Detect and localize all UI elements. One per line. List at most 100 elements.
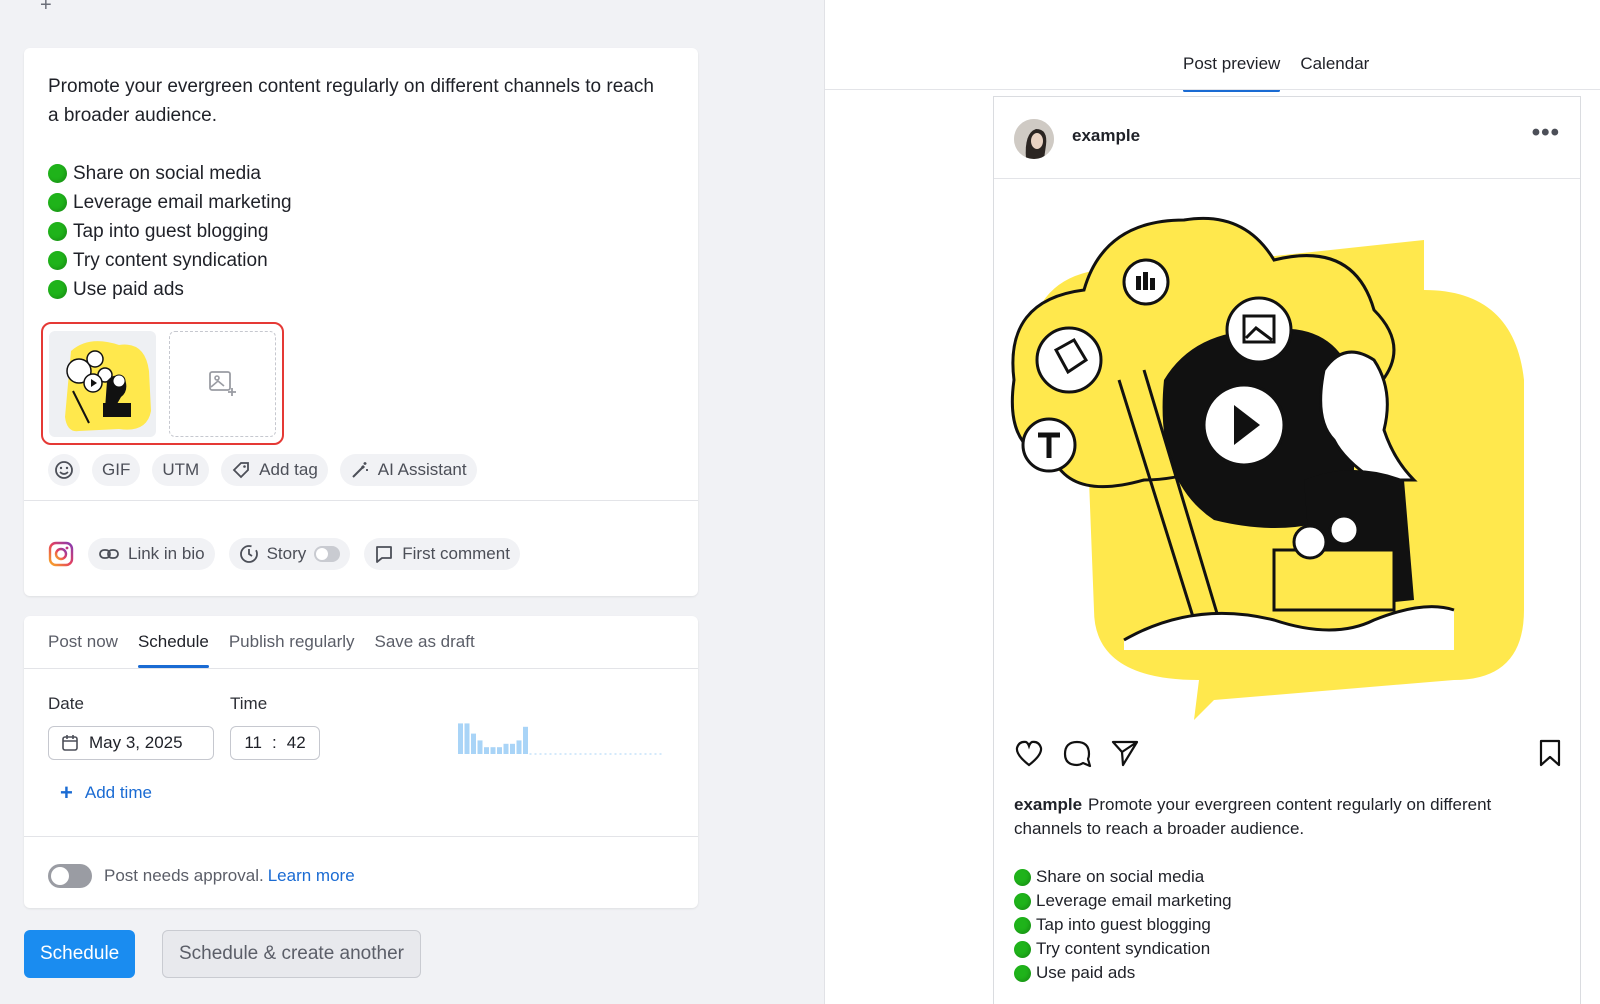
bullet-text: Leverage email marketing <box>73 192 292 213</box>
emoji-icon <box>55 461 73 479</box>
schedule-button[interactable]: Schedule <box>24 930 136 978</box>
tab-calendar[interactable]: Calendar <box>1300 42 1369 90</box>
activity-bar <box>523 726 528 754</box>
avatar <box>1014 119 1054 159</box>
add-time-label: Add time <box>84 783 152 802</box>
media-highlight <box>41 322 284 445</box>
list-item: Leverage email marketing <box>1014 889 1554 913</box>
green-circle-icon <box>48 193 67 212</box>
bullet-text: Try content syndication <box>1036 939 1211 958</box>
magic-wand-icon <box>352 462 368 478</box>
time-picker[interactable]: 11 : 42 <box>230 726 320 760</box>
activity-bar <box>464 723 470 754</box>
date-label: Date <box>48 694 84 713</box>
list-item: Try content syndication <box>1014 937 1554 961</box>
story-toggle[interactable]: Story <box>228 538 351 570</box>
activity-bar <box>490 747 496 754</box>
green-circle-icon <box>1014 916 1031 934</box>
caption-username[interactable]: example <box>1014 795 1082 814</box>
instagram-post-preview: example ••• example Promote your evergre… <box>993 96 1581 1004</box>
gif-button[interactable]: GIF <box>92 454 141 486</box>
green-circle-icon <box>1014 868 1031 886</box>
username[interactable]: example <box>1072 126 1140 146</box>
time-separator: : <box>272 733 277 752</box>
green-circle-icon <box>48 251 67 270</box>
green-circle-icon <box>48 280 67 299</box>
list-item: Try content syndication <box>48 246 668 275</box>
bookmark-icon[interactable] <box>1538 739 1562 767</box>
gif-label: GIF <box>102 460 131 479</box>
post-intro: Promote your evergreen content regularly… <box>48 76 654 126</box>
calendar-icon <box>62 735 78 751</box>
link-in-bio-button[interactable]: Link in bio <box>88 538 215 570</box>
approval-row: Post needs approval. Learn more <box>48 864 355 888</box>
time-hours[interactable]: 11 <box>244 733 262 753</box>
green-circle-icon <box>48 222 67 241</box>
publish-tabs: Post now Schedule Publish regularly Save… <box>48 616 475 668</box>
link-icon <box>99 549 119 559</box>
instagram-options: Link in bio Story First comment <box>48 538 520 570</box>
bullet-text: Tap into guest blogging <box>73 221 269 242</box>
list-item: Use paid ads <box>48 275 668 304</box>
list-item: Tap into guest blogging <box>1014 913 1554 937</box>
tab-publish-regularly[interactable]: Publish regularly <box>229 616 355 668</box>
divider <box>24 836 698 837</box>
date-value: May 3, 2025 <box>89 733 183 752</box>
comment-icon[interactable] <box>1062 739 1092 769</box>
tag-icon <box>232 462 250 479</box>
bullet-text: Share on social media <box>73 163 261 184</box>
plus-icon[interactable]: + <box>40 0 52 17</box>
preview-tabs: Post preview Calendar <box>1183 42 1369 92</box>
add-tag-label: Add tag <box>259 460 318 479</box>
post-caption: example Promote your evergreen content re… <box>1014 793 1554 985</box>
tab-schedule[interactable]: Schedule <box>137 616 209 668</box>
time-label: Time <box>230 694 268 713</box>
bullet-text: Use paid ads <box>1036 963 1136 982</box>
post-image <box>1010 216 1524 720</box>
best-time-activity-chart <box>458 723 664 755</box>
bullet-text: Try content syndication <box>73 250 268 271</box>
plus-icon: + <box>60 780 73 805</box>
compose-card: Promote your evergreen content regularly… <box>24 48 698 596</box>
bullet-text: Tap into guest blogging <box>1036 915 1211 934</box>
activity-bar <box>497 747 502 754</box>
post-text-editor[interactable]: Promote your evergreen content regularly… <box>48 72 668 304</box>
divider <box>24 500 698 501</box>
time-minutes[interactable]: 42 <box>287 733 306 753</box>
date-picker[interactable]: May 3, 2025 <box>48 726 214 760</box>
add-tag-button[interactable]: Add tag <box>221 454 328 486</box>
learn-more-link[interactable]: Learn more <box>268 866 355 886</box>
ai-assistant-button[interactable]: AI Assistant <box>339 454 477 486</box>
green-circle-icon <box>1014 940 1031 958</box>
activity-bar <box>471 733 476 754</box>
emoji-button[interactable] <box>48 454 80 486</box>
first-comment-label: First comment <box>402 544 510 563</box>
green-circle-icon <box>1014 964 1031 982</box>
activity-bar <box>484 747 489 754</box>
approval-toggle[interactable] <box>48 864 92 888</box>
activity-bar <box>477 740 483 754</box>
tab-post-preview[interactable]: Post preview <box>1183 42 1281 92</box>
schedule-card: Post now Schedule Publish regularly Save… <box>24 616 698 908</box>
list-item: Share on social media <box>1014 865 1554 889</box>
caption-intro: Promote your evergreen content regularly… <box>1014 795 1492 838</box>
first-comment-button[interactable]: First comment <box>364 538 520 570</box>
add-image-button[interactable] <box>169 331 276 437</box>
link-in-bio-label: Link in bio <box>128 544 205 563</box>
media-thumbnail[interactable] <box>49 331 156 437</box>
story-clock-icon <box>239 545 258 563</box>
composer-toolbar: GIF UTM Add tag AI Assistant <box>48 454 477 486</box>
post-header: example ••• <box>994 97 1580 179</box>
schedule-create-another-button[interactable]: Schedule & create another <box>162 930 421 978</box>
add-time-button[interactable]: + Add time <box>60 780 152 806</box>
activity-bar <box>503 743 509 754</box>
share-icon[interactable] <box>1110 739 1140 767</box>
more-options-icon[interactable]: ••• <box>1532 119 1560 147</box>
tab-post-now[interactable]: Post now <box>48 616 118 668</box>
tab-save-as-draft[interactable]: Save as draft <box>375 616 475 668</box>
heart-icon[interactable] <box>1014 739 1044 767</box>
story-switch[interactable] <box>314 546 341 562</box>
bullet-text: Share on social media <box>1036 867 1205 886</box>
list-item: Share on social media <box>48 159 668 188</box>
utm-button[interactable]: UTM <box>152 454 210 486</box>
